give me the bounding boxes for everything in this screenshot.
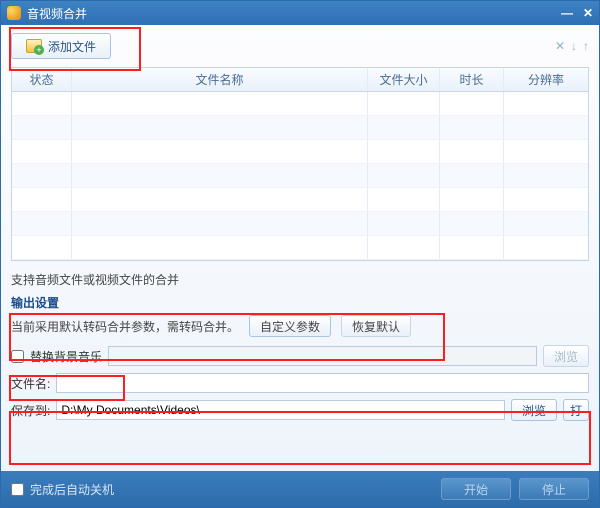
start-button[interactable]: 开始	[441, 478, 511, 500]
titlebar: 音视频合并 — ✕	[1, 1, 599, 25]
shutdown-checkbox[interactable]	[11, 483, 24, 496]
move-down-icon[interactable]: ↓	[571, 39, 577, 53]
col-status[interactable]: 状态	[12, 68, 72, 91]
custom-params-button[interactable]: 自定义参数	[249, 315, 331, 337]
shutdown-label: 完成后自动关机	[30, 481, 114, 498]
table-row[interactable]	[12, 116, 588, 140]
table-row[interactable]	[12, 164, 588, 188]
replace-bgm-label: 替换背景音乐	[30, 348, 102, 365]
add-file-button[interactable]: 添加文件	[11, 33, 111, 59]
minimize-button[interactable]: —	[561, 6, 573, 20]
app-icon	[7, 6, 21, 20]
window-title: 音视频合并	[27, 5, 87, 22]
saveto-browse-button[interactable]: 浏览	[511, 399, 557, 421]
table-row[interactable]	[12, 140, 588, 164]
support-hint: 支持音频文件或视频文件的合并	[11, 271, 589, 288]
restore-default-button[interactable]: 恢复默认	[341, 315, 411, 337]
add-file-label: 添加文件	[48, 38, 96, 55]
output-section-title: 输出设置	[11, 294, 589, 311]
stop-button[interactable]: 停止	[519, 478, 589, 500]
file-table: 状态 文件名称 文件大小 时长 分辨率	[11, 67, 589, 261]
footer: 完成后自动关机 开始 停止	[1, 471, 599, 507]
col-name[interactable]: 文件名称	[72, 68, 368, 91]
col-dur[interactable]: 时长	[440, 68, 504, 91]
close-button[interactable]: ✕	[583, 6, 593, 20]
table-row[interactable]	[12, 236, 588, 260]
filename-label: 文件名:	[11, 375, 50, 392]
col-res[interactable]: 分辨率	[504, 68, 588, 91]
saveto-input[interactable]	[56, 400, 505, 420]
table-row[interactable]	[12, 212, 588, 236]
saveto-label: 保存到:	[11, 402, 50, 419]
output-note: 当前采用默认转码合并参数，需转码合并。	[11, 318, 239, 335]
remove-icon[interactable]: ✕	[555, 39, 565, 53]
open-folder-button[interactable]: 打	[563, 399, 589, 421]
filename-input[interactable]	[56, 373, 589, 393]
bgm-path-input[interactable]	[108, 346, 537, 366]
bgm-browse-button[interactable]: 浏览	[543, 345, 589, 367]
table-body	[12, 92, 588, 260]
folder-plus-icon	[26, 39, 42, 53]
col-size[interactable]: 文件大小	[368, 68, 440, 91]
replace-bgm-checkbox[interactable]	[11, 350, 24, 363]
move-up-icon[interactable]: ↑	[583, 39, 589, 53]
table-row[interactable]	[12, 92, 588, 116]
table-row[interactable]	[12, 188, 588, 212]
